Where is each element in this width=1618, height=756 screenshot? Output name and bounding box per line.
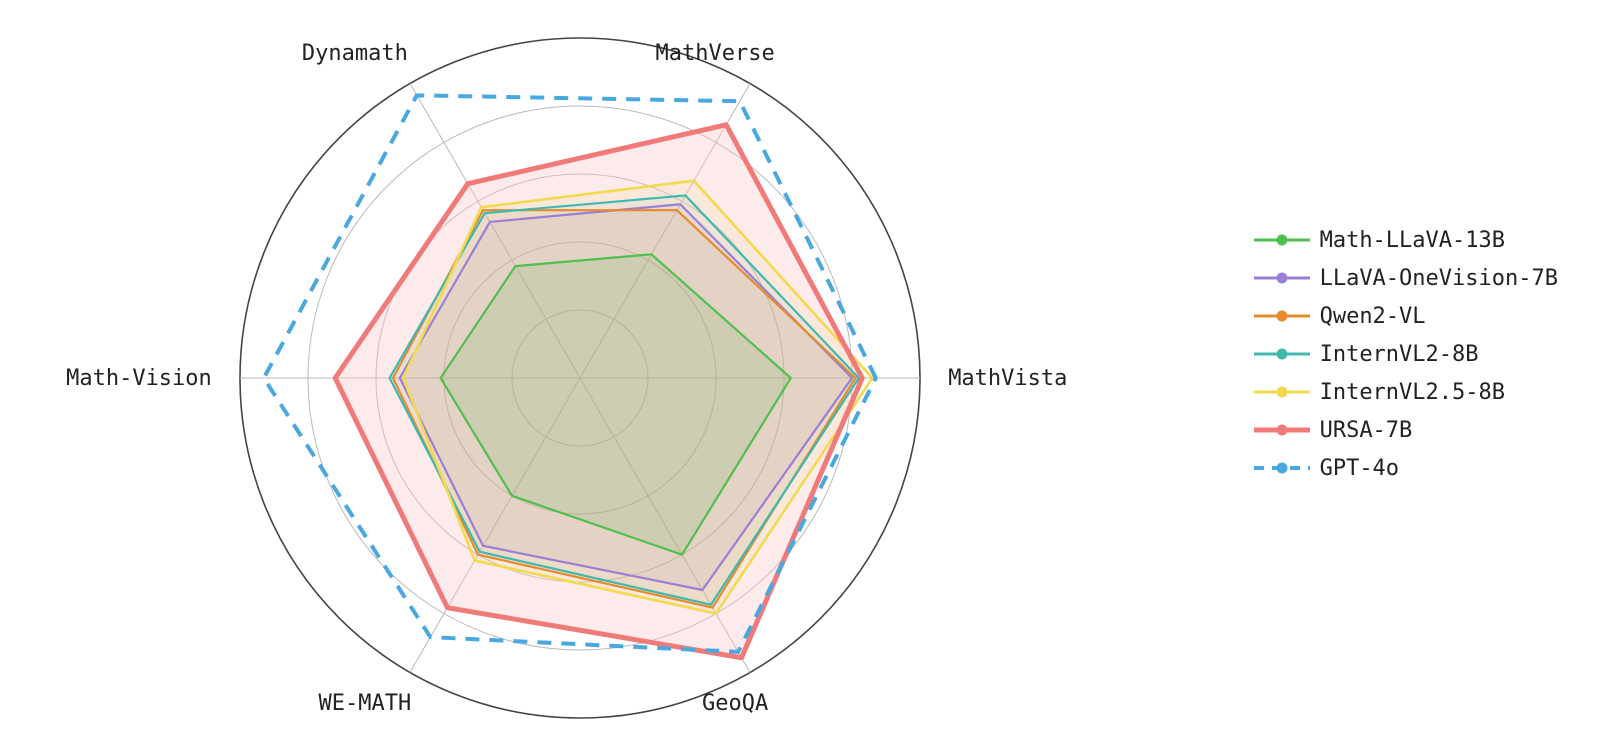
legend-label: LLaVA-OneVision-7B [1320, 266, 1558, 291]
legend-swatch-icon [1252, 228, 1312, 252]
legend-label: InternVL2.5-8B [1320, 380, 1505, 405]
legend-swatch-icon [1252, 266, 1312, 290]
legend-item: LLaVA-OneVision-7B [1252, 263, 1558, 293]
legend-swatch-icon [1252, 380, 1312, 404]
axis-label-geoqa: GeoQA [702, 691, 768, 716]
legend-label: Qwen2-VL [1320, 304, 1426, 329]
axis-label-we-math: WE-MATH [319, 691, 412, 716]
legend-label: URSA-7B [1320, 418, 1413, 443]
axis-label-math-vision: Math-Vision [66, 366, 212, 391]
radar-chart-container: MathVista MathVerse Dynamath Math-Vision WE-… [0, 0, 1618, 756]
legend-item: URSA-7B [1252, 415, 1558, 445]
legend-label: InternVL2-8B [1320, 342, 1479, 367]
legend-label: GPT-4o [1320, 456, 1399, 481]
axis-label-dynamath: Dynamath [302, 41, 408, 66]
legend: Math-LLaVA-13B LLaVA-OneVision-7B Qwen2-VL… [1252, 225, 1558, 483]
legend-item: InternVL2.5-8B [1252, 377, 1558, 407]
legend-item: Qwen2-VL [1252, 301, 1558, 331]
legend-swatch-icon [1252, 456, 1312, 480]
legend-item: InternVL2-8B [1252, 339, 1558, 369]
axis-label-mathverse: MathVerse [655, 41, 774, 66]
legend-item: GPT-4o [1252, 453, 1558, 483]
legend-label: Math-LLaVA-13B [1320, 228, 1505, 253]
axis-label-mathvista: MathVista [948, 366, 1067, 391]
legend-item: Math-LLaVA-13B [1252, 225, 1558, 255]
legend-swatch-icon [1252, 418, 1312, 442]
legend-swatch-icon [1252, 304, 1312, 328]
legend-swatch-icon [1252, 342, 1312, 366]
